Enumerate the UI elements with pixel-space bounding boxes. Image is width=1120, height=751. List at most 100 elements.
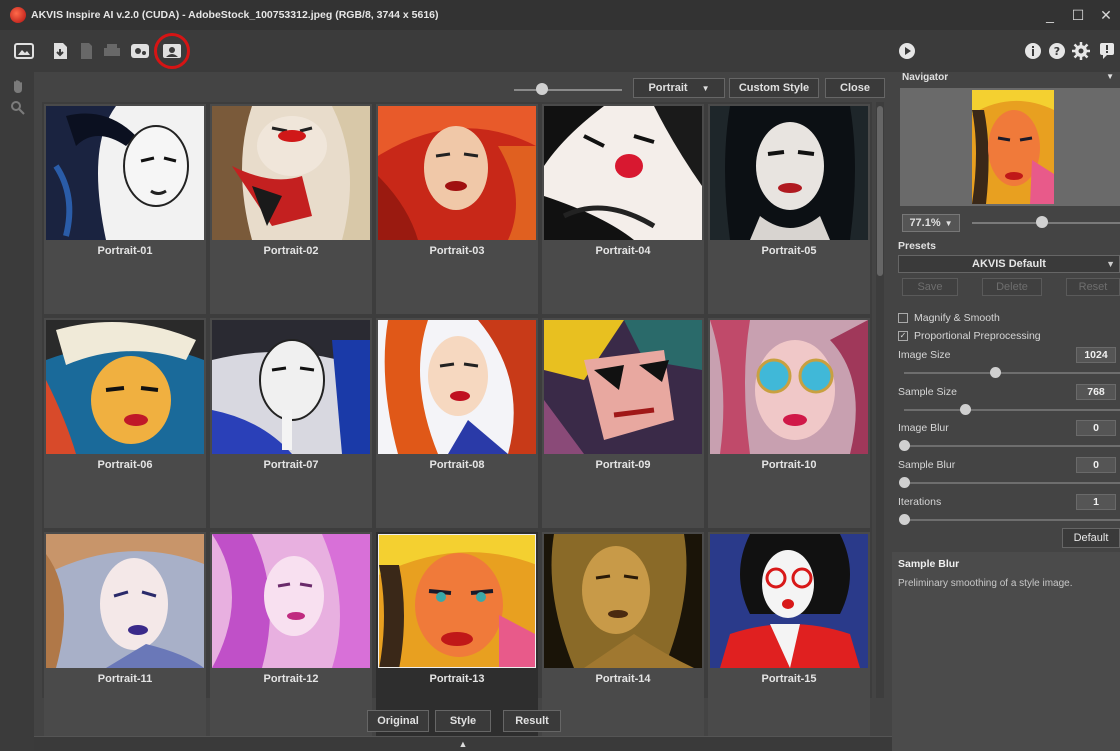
style-label: Portrait-06 xyxy=(97,459,153,471)
zoom-icon[interactable] xyxy=(10,100,26,116)
style-thumbnail xyxy=(212,534,370,668)
iterations-slider[interactable] xyxy=(904,519,1120,521)
style-thumbnail xyxy=(46,320,204,454)
thumb-size-slider[interactable] xyxy=(514,89,622,91)
preset-select[interactable]: AKVIS Default ▼ xyxy=(898,255,1120,273)
batch-icon[interactable] xyxy=(76,42,96,60)
save-image-icon[interactable] xyxy=(50,42,70,60)
scrollbar-thumb[interactable] xyxy=(877,106,883,276)
presets-title: Presets xyxy=(898,240,936,252)
image-blur-slider[interactable] xyxy=(904,445,1120,447)
sample-size-slider[interactable] xyxy=(904,409,1120,411)
navigator-preview[interactable] xyxy=(900,88,1120,206)
image-size-value[interactable]: 1024 xyxy=(1076,347,1116,363)
original-button[interactable]: Original xyxy=(367,710,429,732)
image-size-slider[interactable] xyxy=(904,372,1120,374)
feedback-icon[interactable] xyxy=(1098,42,1116,60)
sample-blur-value[interactable]: 0 xyxy=(1076,457,1116,473)
style-label: Portrait-03 xyxy=(429,245,485,257)
gear-icon[interactable] xyxy=(1072,42,1090,60)
app-logo-icon xyxy=(10,7,26,23)
style-label: Portrait-04 xyxy=(595,245,651,257)
run-icon[interactable] xyxy=(898,42,916,60)
sample-size-knob[interactable] xyxy=(960,404,971,415)
chevron-down-icon[interactable]: ▼ xyxy=(1106,72,1114,81)
chevron-down-icon: ▼ xyxy=(701,83,710,93)
proportional-checkbox[interactable]: ✓ Proportional Preprocessing xyxy=(898,330,1041,342)
style-thumbnail xyxy=(378,534,536,668)
style-label: Portrait-10 xyxy=(761,459,817,471)
sample-blur-slider[interactable] xyxy=(904,482,1120,484)
custom-style-button[interactable]: Custom Style xyxy=(729,78,819,98)
hint-title: Sample Blur xyxy=(898,558,960,570)
sample-blur-knob[interactable] xyxy=(899,477,910,488)
style-item[interactable]: Portrait-07 xyxy=(210,318,372,528)
chevron-down-icon: ▼ xyxy=(1106,259,1115,269)
style-button[interactable]: Style xyxy=(435,710,491,732)
style-item[interactable]: Portrait-01 xyxy=(44,104,206,314)
minimize-button[interactable]: _ xyxy=(1036,7,1064,23)
maximize-button[interactable]: ☐ xyxy=(1064,7,1092,24)
style-thumbnail xyxy=(710,106,868,240)
print-icon[interactable] xyxy=(102,42,122,60)
zoom-select[interactable]: 77.1% ▼ xyxy=(902,214,960,232)
checkbox-box-checked[interactable]: ✓ xyxy=(898,331,908,341)
gallery-scrollbar[interactable] xyxy=(876,102,884,698)
delete-preset-button[interactable]: Delete xyxy=(982,278,1042,296)
image-size-knob[interactable] xyxy=(990,367,1001,378)
title-bar: AKVIS Inspire AI v.2.0 (CUDA) - AdobeSto… xyxy=(0,0,1120,30)
style-item[interactable]: Portrait-09 xyxy=(542,318,704,528)
style-item[interactable]: Portrait-06 xyxy=(44,318,206,528)
style-item[interactable]: Portrait-03 xyxy=(376,104,538,314)
style-item[interactable]: Portrait-05 xyxy=(708,104,870,314)
sample-size-label: Sample Size xyxy=(898,386,957,398)
reset-preset-button[interactable]: Reset xyxy=(1066,278,1120,296)
chevron-up-icon: ▲ xyxy=(458,739,468,749)
style-label: Portrait-01 xyxy=(97,245,153,257)
style-item[interactable]: Portrait-02 xyxy=(210,104,372,314)
style-thumbnail xyxy=(212,106,370,240)
chevron-down-icon: ▼ xyxy=(944,218,953,228)
category-select[interactable]: Portrait ▼ xyxy=(633,78,725,98)
save-preset-button[interactable]: Save xyxy=(902,278,958,296)
info-icon[interactable] xyxy=(1024,42,1042,60)
style-thumbnail xyxy=(544,534,702,668)
default-button[interactable]: Default xyxy=(1062,528,1120,548)
style-thumbnail xyxy=(212,320,370,454)
style-thumbnail xyxy=(544,106,702,240)
style-label: Portrait-15 xyxy=(761,673,817,685)
highlight-ring xyxy=(154,33,190,69)
style-label: Portrait-14 xyxy=(595,673,651,685)
share-icon[interactable] xyxy=(130,42,150,60)
style-item[interactable]: Portrait-10 xyxy=(708,318,870,528)
bottom-panel-collapse[interactable]: ▲ xyxy=(34,736,892,751)
sample-blur-label: Sample Blur xyxy=(898,459,956,471)
image-blur-knob[interactable] xyxy=(899,440,910,451)
image-blur-value[interactable]: 0 xyxy=(1076,420,1116,436)
left-tool-strip xyxy=(0,72,34,751)
svg-text:?: ? xyxy=(1054,45,1060,58)
view-buttons: Original Style Result xyxy=(34,710,892,734)
style-label: Portrait-05 xyxy=(761,245,817,257)
style-item[interactable]: Portrait-04 xyxy=(542,104,704,314)
open-image-icon[interactable] xyxy=(14,42,34,60)
sample-size-value[interactable]: 768 xyxy=(1076,384,1116,400)
window-title: AKVIS Inspire AI v.2.0 (CUDA) - AdobeSto… xyxy=(31,9,439,21)
iterations-value[interactable]: 1 xyxy=(1076,494,1116,510)
style-label: Portrait-02 xyxy=(263,245,319,257)
hand-icon[interactable] xyxy=(10,78,26,94)
iterations-knob[interactable] xyxy=(899,514,910,525)
close-gallery-button[interactable]: Close xyxy=(825,78,885,98)
result-button[interactable]: Result xyxy=(503,710,561,732)
style-thumbnail xyxy=(710,534,868,668)
magnify-smooth-checkbox[interactable]: Magnify & Smooth xyxy=(898,312,1000,324)
zoom-slider-knob[interactable] xyxy=(1036,216,1048,228)
style-item[interactable]: Portrait-08 xyxy=(376,318,538,528)
style-label: Portrait-12 xyxy=(263,673,319,685)
checkbox-box[interactable] xyxy=(898,313,908,323)
thumb-size-slider-knob[interactable] xyxy=(536,83,548,95)
style-thumbnail xyxy=(46,106,204,240)
close-window-button[interactable]: ✕ xyxy=(1092,7,1120,24)
help-icon[interactable]: ? xyxy=(1048,42,1066,60)
settings-panel: Navigator ▼ 77.1% ▼ Presets AKVIS Defaul… xyxy=(892,72,1120,751)
